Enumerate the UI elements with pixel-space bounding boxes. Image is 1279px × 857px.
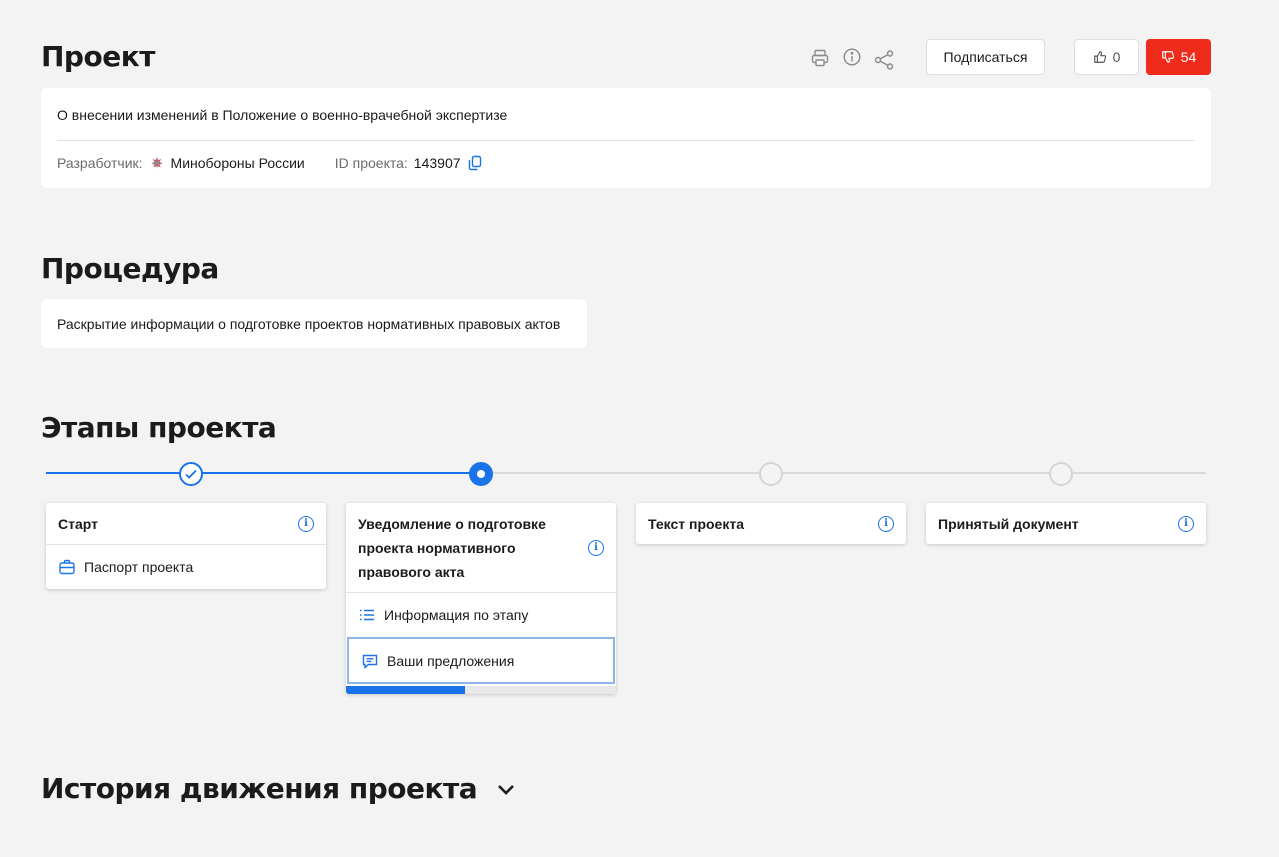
stage-link-label: Паспорт проекта [84, 559, 194, 575]
developer-info: Разработчик: Минобороны России ID проект… [57, 155, 483, 171]
stage-marker-done [179, 462, 203, 486]
info-icon[interactable] [841, 46, 863, 68]
stage-marker-current [469, 462, 493, 486]
divider [57, 140, 1195, 141]
stage-title: Текст проекта [648, 515, 744, 532]
thumb-up-icon [1093, 51, 1106, 63]
stage-title: Принятый документ [938, 515, 1079, 532]
info-icon[interactable]: i [588, 539, 604, 556]
briefcase-icon [59, 559, 75, 575]
copy-icon[interactable] [467, 155, 483, 171]
stage-title: Старт [58, 515, 98, 532]
procedure-heading: Процедура [41, 252, 219, 285]
stage-link-proposals[interactable]: Ваши предложения [347, 637, 615, 684]
info-icon[interactable]: i [878, 515, 894, 532]
procedure-text: Раскрытие информации о подготовке проект… [57, 316, 561, 332]
stage-marker-pending [1049, 462, 1073, 486]
emblem-icon [150, 157, 163, 169]
project-description: О внесении изменений в Положение о военн… [57, 107, 508, 123]
stage-link-passport[interactable]: Паспорт проекта [46, 544, 326, 589]
project-id-label: ID проекта: [334, 155, 408, 171]
page-title: Проект [41, 40, 155, 73]
project-id-value: 143907 [413, 155, 461, 171]
timeline-progress-line [46, 472, 481, 474]
project-card: О внесении изменений в Положение о военн… [41, 88, 1211, 188]
timeline-rest-line [481, 472, 1206, 474]
procedure-card: Раскрытие информации о подготовке проект… [41, 299, 587, 348]
stages-heading: Этапы проекта [41, 411, 277, 444]
stage-link-label: Информация по этапу [384, 607, 529, 623]
stage-card-notification: Уведомление о подготовке проекта нормати… [346, 503, 616, 694]
comment-icon [362, 654, 378, 669]
dislike-count: 54 [1180, 49, 1197, 65]
subscribe-button[interactable]: Подписаться [926, 39, 1045, 75]
like-button[interactable]: 0 [1074, 39, 1139, 75]
stage-title: Уведомление о подготовке проекта нормати… [358, 515, 546, 580]
developer-name: Минобороны России [170, 155, 305, 171]
print-icon[interactable] [809, 47, 831, 69]
stage-link-label: Ваши предложения [387, 652, 515, 669]
list-icon [360, 609, 374, 621]
check-icon [185, 469, 197, 479]
developer-label: Разработчик: [57, 155, 143, 171]
stage-marker-pending [759, 462, 783, 486]
info-icon[interactable]: i [298, 515, 314, 532]
info-icon[interactable]: i [1178, 515, 1194, 532]
thumb-down-icon [1161, 51, 1174, 63]
stage-card-text: Текст проекта i [636, 503, 906, 544]
stage-card-start: Старт i Паспорт проекта [46, 503, 326, 589]
chevron-down-icon [498, 784, 515, 795]
stage-link-info[interactable]: Информация по этапу [346, 592, 616, 637]
stage-progress-fill [346, 686, 465, 694]
dislike-button[interactable]: 54 [1146, 39, 1211, 75]
stage-card-accepted: Принятый документ i [926, 503, 1206, 544]
history-toggle[interactable]: История движения проекта [41, 772, 517, 805]
share-icon[interactable] [873, 49, 895, 71]
like-count: 0 [1112, 49, 1121, 65]
stage-progress-track [346, 686, 616, 694]
history-heading: История движения проекта [41, 772, 478, 805]
